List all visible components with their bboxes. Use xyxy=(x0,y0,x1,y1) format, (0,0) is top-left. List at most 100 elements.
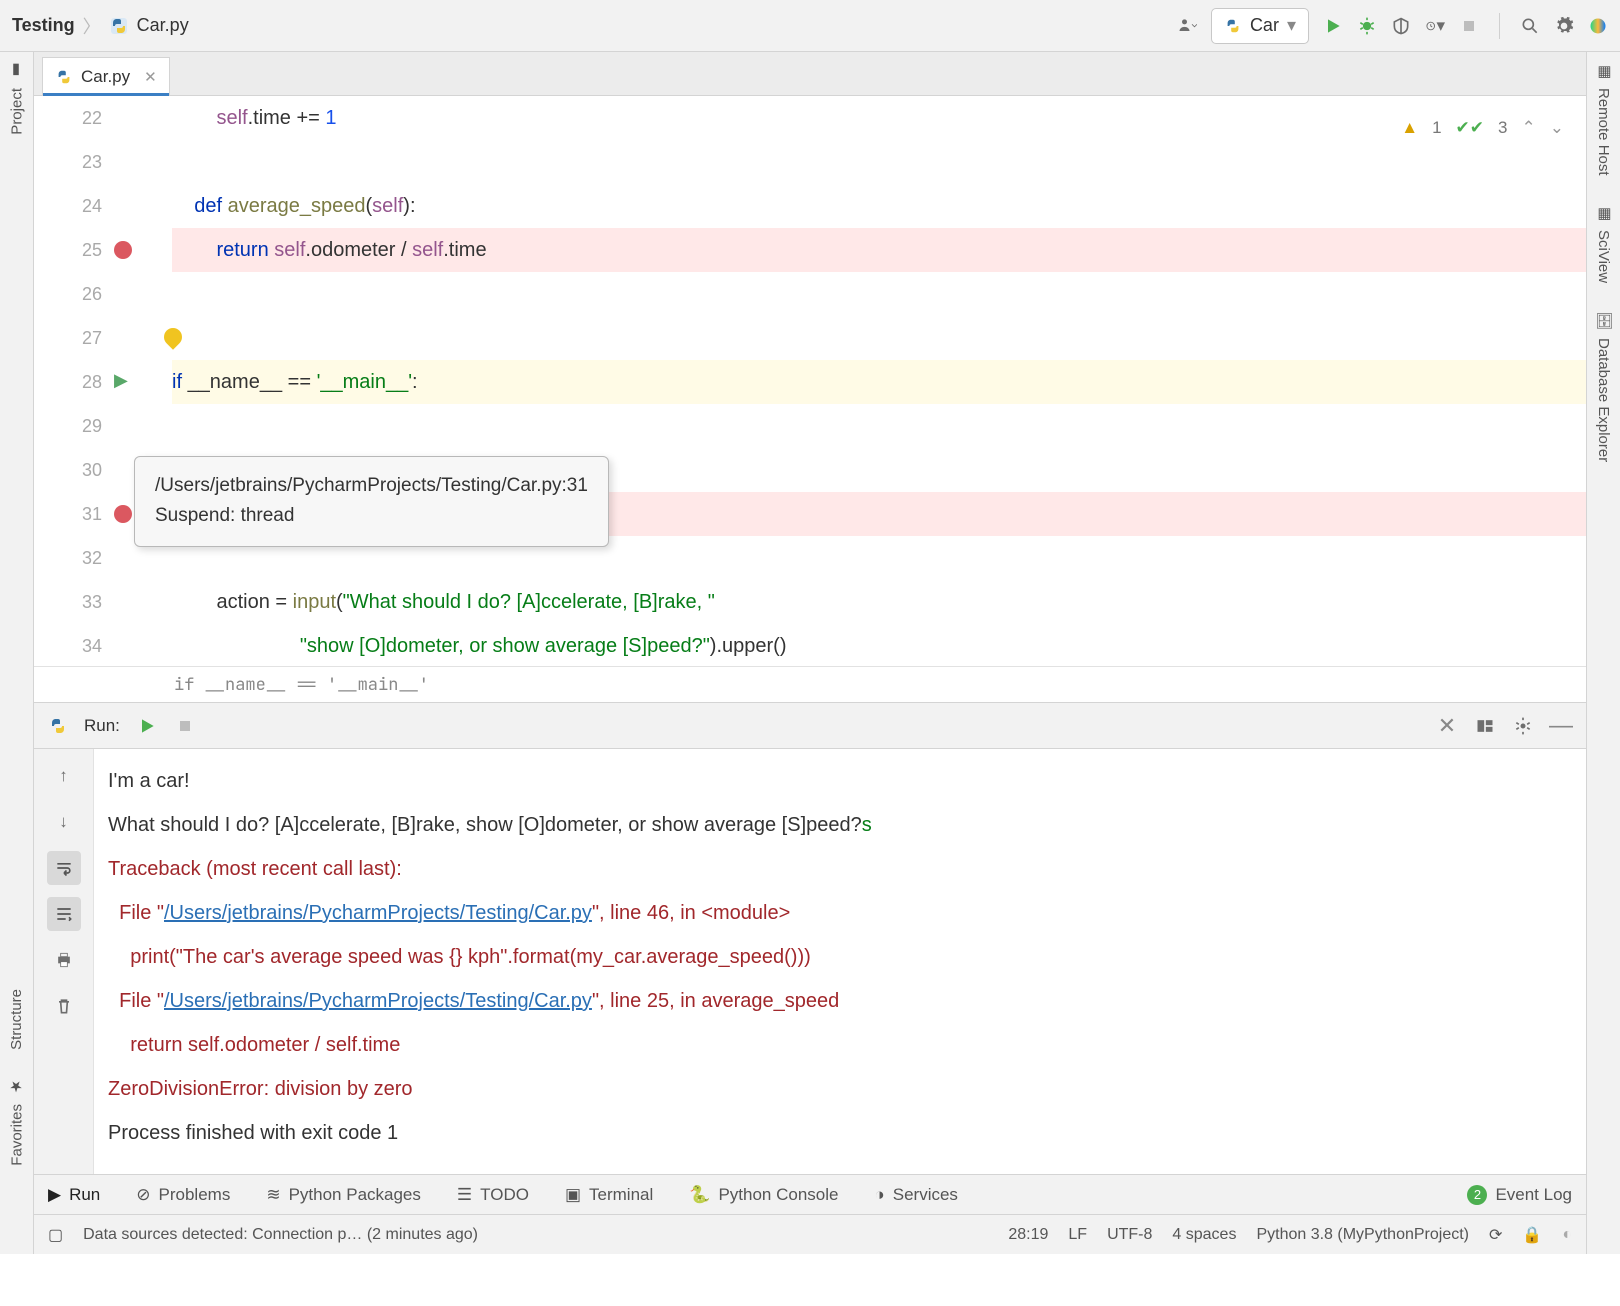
chevron-up-icon[interactable]: ⌃ xyxy=(1522,118,1536,138)
favorites-tool-tab[interactable]: Favorites★ xyxy=(8,1078,26,1166)
stop-button[interactable] xyxy=(174,715,196,737)
right-tool-stripe: ▦Remote Host ▦SciView 🗄Database Explorer xyxy=(1586,52,1620,1254)
code-editor[interactable]: 22 23 24 25 26 27 28 29 30 31 32 33 34 ▶ xyxy=(34,96,1586,666)
run-tool-button[interactable]: ▶Run xyxy=(48,1185,100,1205)
warning-count: 1 xyxy=(1432,118,1441,138)
code-area[interactable]: self.time += 1 def average_speed(self): … xyxy=(172,96,1586,666)
profile-button[interactable]: ▾ xyxy=(1425,16,1445,36)
file-encoding[interactable]: UTF-8 xyxy=(1107,1226,1152,1244)
console-traceback: File "/Users/jetbrains/PycharmProjects/T… xyxy=(108,979,1572,1023)
run-button[interactable] xyxy=(1323,16,1343,36)
search-icon[interactable] xyxy=(1520,16,1540,36)
run-toolbar: Run: ✕ — xyxy=(34,703,1586,749)
console-traceback: File "/Users/jetbrains/PycharmProjects/T… xyxy=(108,891,1572,935)
up-stack-button[interactable]: ↑ xyxy=(47,759,81,793)
separator xyxy=(1499,13,1500,39)
breadcrumb-file[interactable]: Car.py xyxy=(137,15,189,36)
quick-access-icon[interactable]: ▢ xyxy=(48,1225,63,1245)
chevron-down-icon[interactable]: ⌄ xyxy=(1550,118,1564,138)
services-icon: ◑ xyxy=(874,1185,884,1205)
line-number: 22 xyxy=(72,96,102,140)
minimize-icon[interactable]: — xyxy=(1550,715,1572,737)
inspection-widget[interactable]: ▲1 ✔✔3 ⌃ ⌄ xyxy=(1401,118,1564,138)
soft-wrap-button[interactable] xyxy=(47,851,81,885)
run-tool-window: Run: ✕ — ↑ ↓ I'm a car! xyxy=(34,702,1586,1174)
jetbrains-icon[interactable] xyxy=(1588,16,1608,36)
editor-gutter[interactable]: 22 23 24 25 26 27 28 29 30 31 32 33 34 ▶ xyxy=(34,96,172,666)
console-exit: Process finished with exit code 1 xyxy=(108,1111,1572,1155)
file-link[interactable]: /Users/jetbrains/PycharmProjects/Testing… xyxy=(164,990,592,1012)
debug-button[interactable] xyxy=(1357,16,1377,36)
coverage-button[interactable] xyxy=(1391,16,1411,36)
line-separator[interactable]: LF xyxy=(1068,1226,1087,1244)
console-traceback: print("The car's average speed was {} kp… xyxy=(108,935,1572,979)
run-line-marker-icon[interactable]: ▶ xyxy=(114,370,128,391)
console-traceback: return self.odometer / self.time xyxy=(108,1023,1572,1067)
services-tool-button[interactable]: ◑Services xyxy=(874,1185,957,1205)
python-file-icon xyxy=(55,68,73,86)
dropdown-icon: ▾ xyxy=(1287,15,1296,36)
todo-tool-button[interactable]: ☰TODO xyxy=(457,1185,529,1205)
indent-setting[interactable]: 4 spaces xyxy=(1172,1226,1236,1244)
presentation-icon[interactable]: ◐ xyxy=(1562,1226,1572,1244)
terminal-icon: ▣ xyxy=(565,1185,581,1205)
remote-host-tab[interactable]: ▦Remote Host xyxy=(1595,62,1613,176)
python-icon xyxy=(48,716,68,736)
structure-tool-tab[interactable]: Structure xyxy=(8,989,25,1050)
stop-button[interactable] xyxy=(1459,16,1479,36)
console-output[interactable]: I'm a car! What should I do? [A]ccelerat… xyxy=(94,749,1586,1174)
tooltip-suspend: Suspend: thread xyxy=(155,501,588,531)
chevron-right-icon: 〉 xyxy=(83,13,101,39)
console-line: I'm a car! xyxy=(108,759,1572,803)
line-number: 25 xyxy=(72,228,102,272)
console-traceback: Traceback (most recent call last): xyxy=(108,847,1572,891)
console-error: ZeroDivisionError: division by zero xyxy=(108,1067,1572,1111)
print-button[interactable] xyxy=(47,943,81,977)
python-interpreter[interactable]: Python 3.8 (MyPythonProject) xyxy=(1256,1226,1469,1244)
packages-icon: ≋ xyxy=(266,1185,280,1205)
star-icon: ★ xyxy=(8,1078,26,1096)
breadcrumb-project[interactable]: Testing xyxy=(12,15,75,36)
event-count-badge: 2 xyxy=(1467,1185,1487,1205)
settings-icon[interactable] xyxy=(1554,16,1574,36)
status-bar: ▢ Data sources detected: Connection p… (… xyxy=(34,1214,1586,1254)
run-config-name: Car xyxy=(1250,15,1279,36)
run-configuration-selector[interactable]: Car ▾ xyxy=(1211,8,1309,44)
sync-icon[interactable]: ⟳ xyxy=(1489,1225,1502,1245)
run-side-toolbar: ↑ ↓ xyxy=(34,749,94,1174)
project-tool-tab[interactable]: Project▮ xyxy=(8,62,26,135)
close-icon[interactable]: ✕ xyxy=(1436,715,1458,737)
line-number: 24 xyxy=(72,184,102,228)
editor-tab-label: Car.py xyxy=(81,67,130,87)
code-context-bar[interactable]: if __name__ == '__main__' xyxy=(34,666,1586,702)
user-dropdown-icon[interactable] xyxy=(1177,16,1197,36)
close-tab-icon[interactable]: ✕ xyxy=(144,68,157,86)
lock-icon[interactable]: 🔒 xyxy=(1522,1225,1542,1245)
settings-icon[interactable] xyxy=(1512,715,1534,737)
breakpoint-icon[interactable] xyxy=(114,241,132,259)
python-console-tool-button[interactable]: 🐍Python Console xyxy=(689,1185,838,1205)
remote-icon: ▦ xyxy=(1595,62,1613,80)
scroll-to-end-button[interactable] xyxy=(47,897,81,931)
layout-icon[interactable] xyxy=(1474,715,1496,737)
folder-icon: ▮ xyxy=(8,62,26,80)
sciview-tab[interactable]: ▦SciView xyxy=(1595,204,1613,283)
breakpoint-icon[interactable] xyxy=(114,505,132,523)
status-message[interactable]: Data sources detected: Connection p… (2 … xyxy=(83,1226,478,1244)
problems-tool-button[interactable]: ⊘Problems xyxy=(136,1185,230,1205)
database-tab[interactable]: 🗄Database Explorer xyxy=(1595,311,1613,462)
line-number: 28 xyxy=(72,360,102,404)
down-stack-button[interactable]: ↓ xyxy=(47,805,81,839)
line-number: 26 xyxy=(72,272,102,316)
file-link[interactable]: /Users/jetbrains/PycharmProjects/Testing… xyxy=(164,902,592,924)
editor-tab[interactable]: Car.py ✕ xyxy=(42,57,170,95)
packages-tool-button[interactable]: ≋Python Packages xyxy=(266,1185,421,1205)
cursor-position[interactable]: 28:19 xyxy=(1008,1226,1048,1244)
terminal-tool-button[interactable]: ▣Terminal xyxy=(565,1185,653,1205)
rerun-button[interactable] xyxy=(136,715,158,737)
event-log-tool-button[interactable]: 2Event Log xyxy=(1467,1185,1572,1205)
line-number: 23 xyxy=(72,140,102,184)
clear-button[interactable] xyxy=(47,989,81,1023)
run-label: Run: xyxy=(84,716,120,736)
python-icon xyxy=(1224,17,1242,35)
